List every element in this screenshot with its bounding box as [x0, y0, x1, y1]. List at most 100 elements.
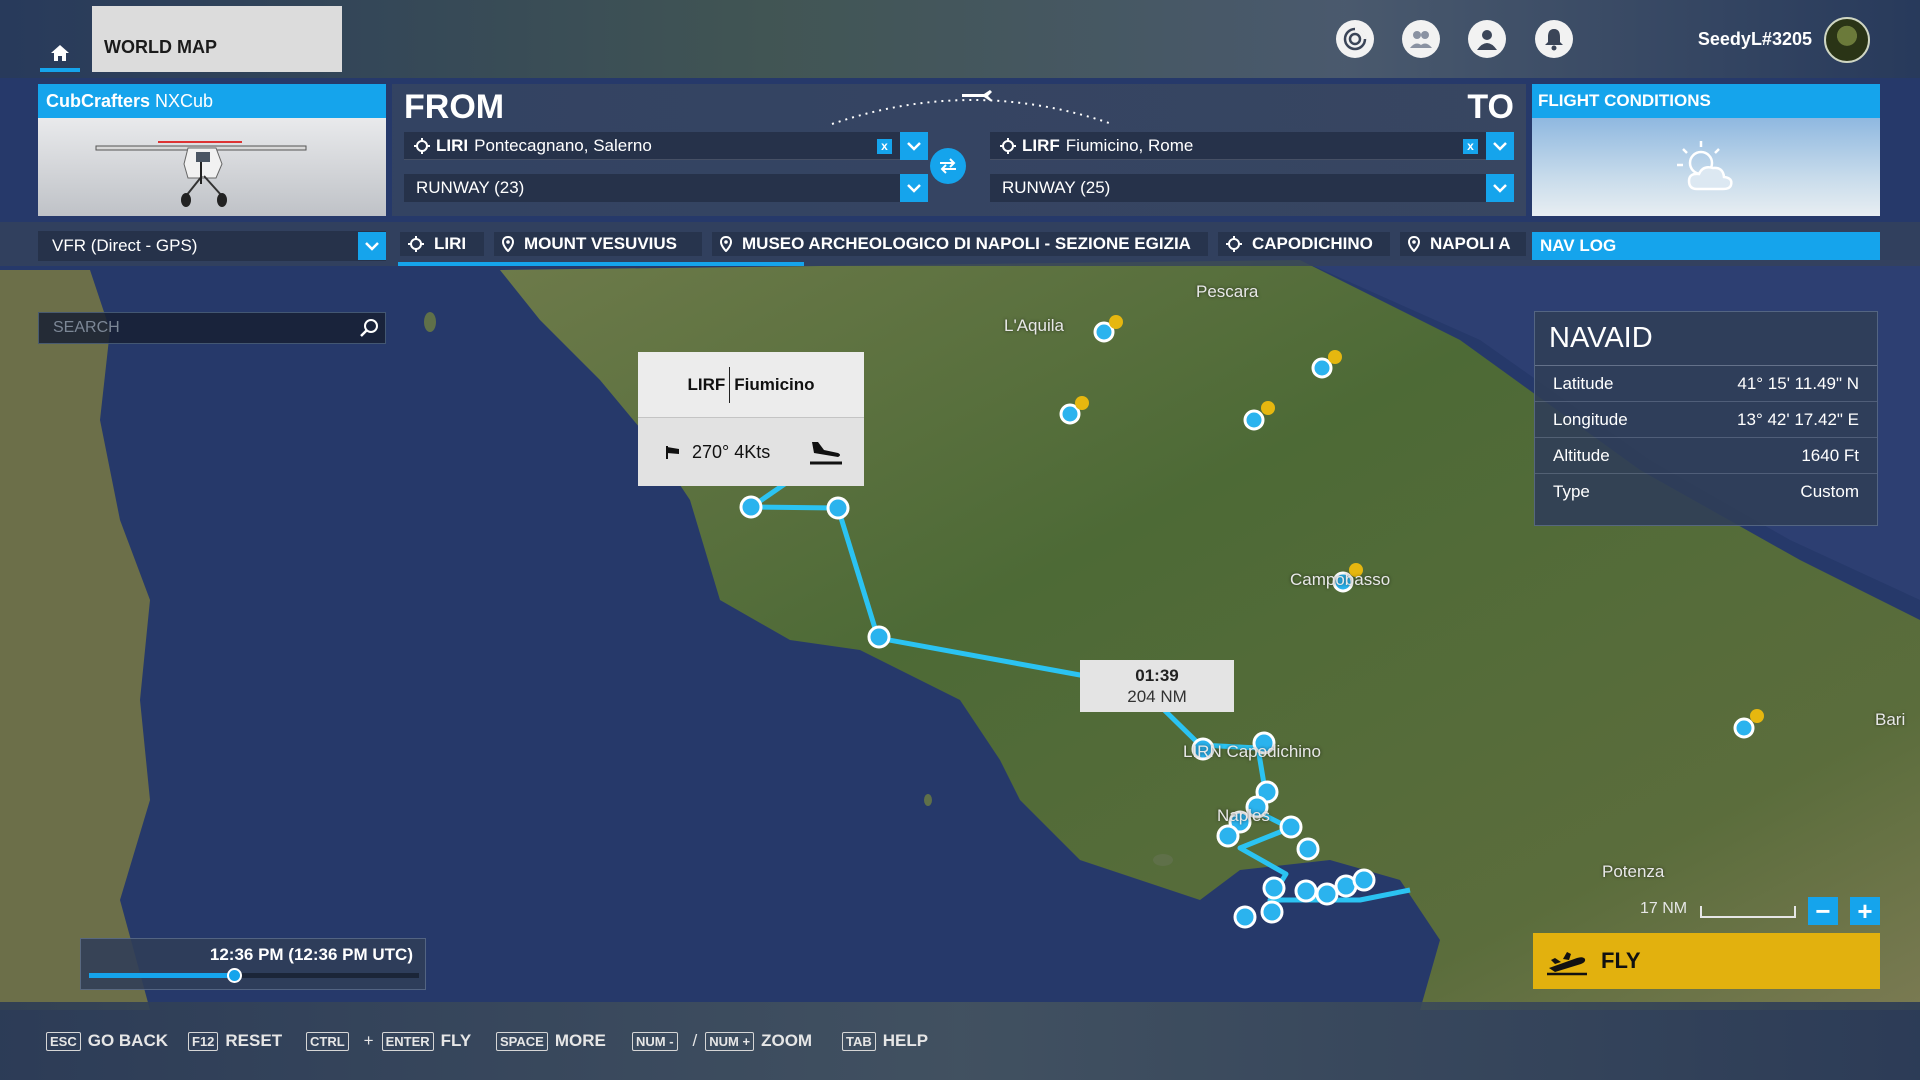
hint-fly[interactable]: CTRL + ENTER FLY	[306, 1031, 477, 1051]
airport-tooltip[interactable]: LIRF Fiumicino 270° 4Kts	[638, 352, 864, 486]
poi-pin-icon	[502, 236, 514, 252]
to-runway-dropdown[interactable]	[1486, 174, 1514, 202]
time-slider-fill	[89, 973, 235, 978]
poi-pin-icon	[1408, 236, 1420, 252]
nav-log-button[interactable]: NAV LOG	[1532, 232, 1880, 260]
navaid-row-longitude: Longitude 13° 42' 17.42" E	[1535, 402, 1877, 438]
hint-go-back[interactable]: ESC GO BACK	[46, 1031, 174, 1051]
map-scale-label: 17 NM	[1640, 900, 1688, 917]
from-airport-name: Pontecagnano, Salerno	[474, 135, 652, 155]
chevron-down-icon	[1493, 142, 1507, 151]
hint-more[interactable]: SPACE MORE	[496, 1031, 612, 1051]
waypoint-tab-napoli[interactable]: NAPOLI A	[1400, 232, 1526, 256]
hint-zoom[interactable]: NUM - / NUM + ZOOM	[632, 1031, 818, 1051]
map-scale-bar	[1700, 906, 1796, 918]
notifications-button[interactable]	[1535, 20, 1573, 58]
friends-icon	[1410, 31, 1432, 48]
waypoint-bar: VFR (Direct - GPS) LIRI MOUNT VESUVIUS M…	[0, 222, 1920, 266]
from-airport-field[interactable]: LIRI Pontecagnano, Salerno x	[404, 132, 900, 160]
tooltip-airport-header: LIRF Fiumicino	[638, 352, 864, 418]
airport-icon	[408, 236, 424, 252]
leg-info-box: 01:39 204 NM	[1080, 660, 1234, 712]
zoom-out-button[interactable]: −	[1808, 897, 1838, 925]
home-button[interactable]	[40, 34, 80, 72]
map-label-potenza: Potenza	[1602, 862, 1665, 881]
fly-button[interactable]: FLY	[1533, 933, 1880, 989]
avatar[interactable]	[1824, 17, 1870, 63]
tooltip-wind: 270° 4Kts	[692, 441, 771, 462]
navaid-row-type: Type Custom	[1553, 482, 1859, 501]
time-of-day-slider[interactable]	[89, 968, 419, 983]
hint-reset[interactable]: F12 RESET	[188, 1031, 288, 1051]
to-clear-button[interactable]: x	[1463, 139, 1478, 154]
time-slider-handle[interactable]	[227, 968, 243, 983]
to-icao: LIRF	[1022, 135, 1060, 155]
waypoint-tab-capodichino[interactable]: CAPODICHINO	[1218, 232, 1390, 256]
airport-icon	[414, 137, 430, 154]
map-label-capodichino: LIRN Capodichino	[1183, 742, 1321, 761]
chevron-down-icon	[365, 242, 379, 251]
to-airport-name: Fiumicino, Rome	[1065, 135, 1194, 155]
windsock-icon	[666, 446, 679, 459]
route-panel: FROM TO LIRI Pontecagnano, Salerno x RUN…	[392, 84, 1526, 216]
swap-route-button[interactable]	[930, 148, 966, 184]
navaid-title: NAVAID	[1535, 312, 1877, 366]
map-label-laquila: L'Aquila	[1004, 316, 1064, 335]
from-airport-dropdown[interactable]	[900, 132, 928, 160]
waypoint-tab-museo-archeologico[interactable]: MUSEO ARCHEOLOGICO DI NAPOLI - SEZIONE E…	[712, 232, 1208, 256]
tooltip-wind-row: 270° 4Kts	[638, 418, 864, 486]
landing-icon	[810, 442, 842, 465]
flight-conditions-panel[interactable]: FLIGHT CONDITIONS	[1532, 84, 1880, 216]
zoom-in-button[interactable]: +	[1850, 897, 1880, 925]
map-label-campobasso: Campobasso	[1290, 570, 1391, 589]
takeoff-icon	[1547, 952, 1587, 976]
map-label-pescara: Pescara	[1196, 282, 1259, 301]
tooltip-icao: LIRF	[687, 374, 726, 394]
swap-icon	[940, 158, 956, 174]
waypoint-scroll-indicator	[398, 262, 804, 266]
aircraft-selector[interactable]: CubCrafters NXCub	[38, 84, 386, 216]
to-runway-field[interactable]: RUNWAY (25)	[990, 174, 1486, 202]
search-button[interactable]	[359, 318, 379, 343]
aircraft-brand: CubCrafters	[46, 90, 151, 111]
airport-icon	[1226, 236, 1242, 252]
map-label-naples: Naples	[1217, 806, 1270, 825]
navaid-panel: NAVAID Latitude 41° 15' 11.49" N Longitu…	[1534, 311, 1878, 526]
activity-button[interactable]	[1336, 20, 1374, 58]
username[interactable]: SeedyL#3205	[1640, 29, 1812, 50]
waypoint-tab-liri[interactable]: LIRI	[400, 232, 484, 256]
tooltip-airport-name: Fiumicino	[734, 374, 815, 394]
from-label: FROM	[404, 88, 505, 126]
world-map-tab[interactable]: WORLD MAP	[92, 6, 342, 72]
time-of-day-label: 12:36 PM (12:36 PM UTC)	[209, 945, 413, 964]
chevron-down-icon	[1493, 184, 1507, 193]
notifications-icon	[1545, 29, 1563, 51]
profile-icon	[1477, 30, 1497, 50]
home-icon	[51, 45, 69, 61]
waypoint-tab-mount-vesuvius[interactable]: MOUNT VESUVIUS	[494, 232, 702, 256]
poi-pin-icon	[720, 236, 732, 252]
hint-help[interactable]: TAB HELP	[842, 1031, 934, 1051]
weather-preview	[1532, 118, 1880, 216]
search-input[interactable]	[39, 313, 339, 343]
bottom-hint-bar: ESC GO BACK F12 RESET CTRL + ENTER FLY S…	[0, 1002, 1920, 1080]
aircraft-header: CubCrafters NXCub	[38, 84, 386, 118]
flight-plan-type-dropdown[interactable]	[358, 232, 386, 260]
to-airport-field[interactable]: LIRF Fiumicino, Rome x	[990, 132, 1486, 160]
from-runway-field[interactable]: RUNWAY (23)	[404, 174, 900, 202]
search-box[interactable]	[38, 312, 386, 344]
to-airport-dropdown[interactable]	[1486, 132, 1514, 160]
leg-distance: 204 NM	[1127, 687, 1187, 706]
fly-label: FLY	[1601, 948, 1641, 973]
chevron-down-icon	[907, 142, 921, 151]
profile-button[interactable]	[1468, 20, 1506, 58]
friends-button[interactable]	[1402, 20, 1440, 58]
navaid-row-altitude: Altitude 1640 Ft	[1535, 438, 1877, 474]
flight-conditions-title: FLIGHT CONDITIONS	[1532, 84, 1880, 118]
flight-plan-type-select[interactable]: VFR (Direct - GPS)	[38, 231, 386, 261]
route-arc-decoration	[831, 90, 1113, 125]
activity-icon	[1343, 27, 1367, 51]
aircraft-image	[38, 118, 386, 216]
from-runway-dropdown[interactable]	[900, 174, 928, 202]
from-clear-button[interactable]: x	[877, 139, 892, 154]
